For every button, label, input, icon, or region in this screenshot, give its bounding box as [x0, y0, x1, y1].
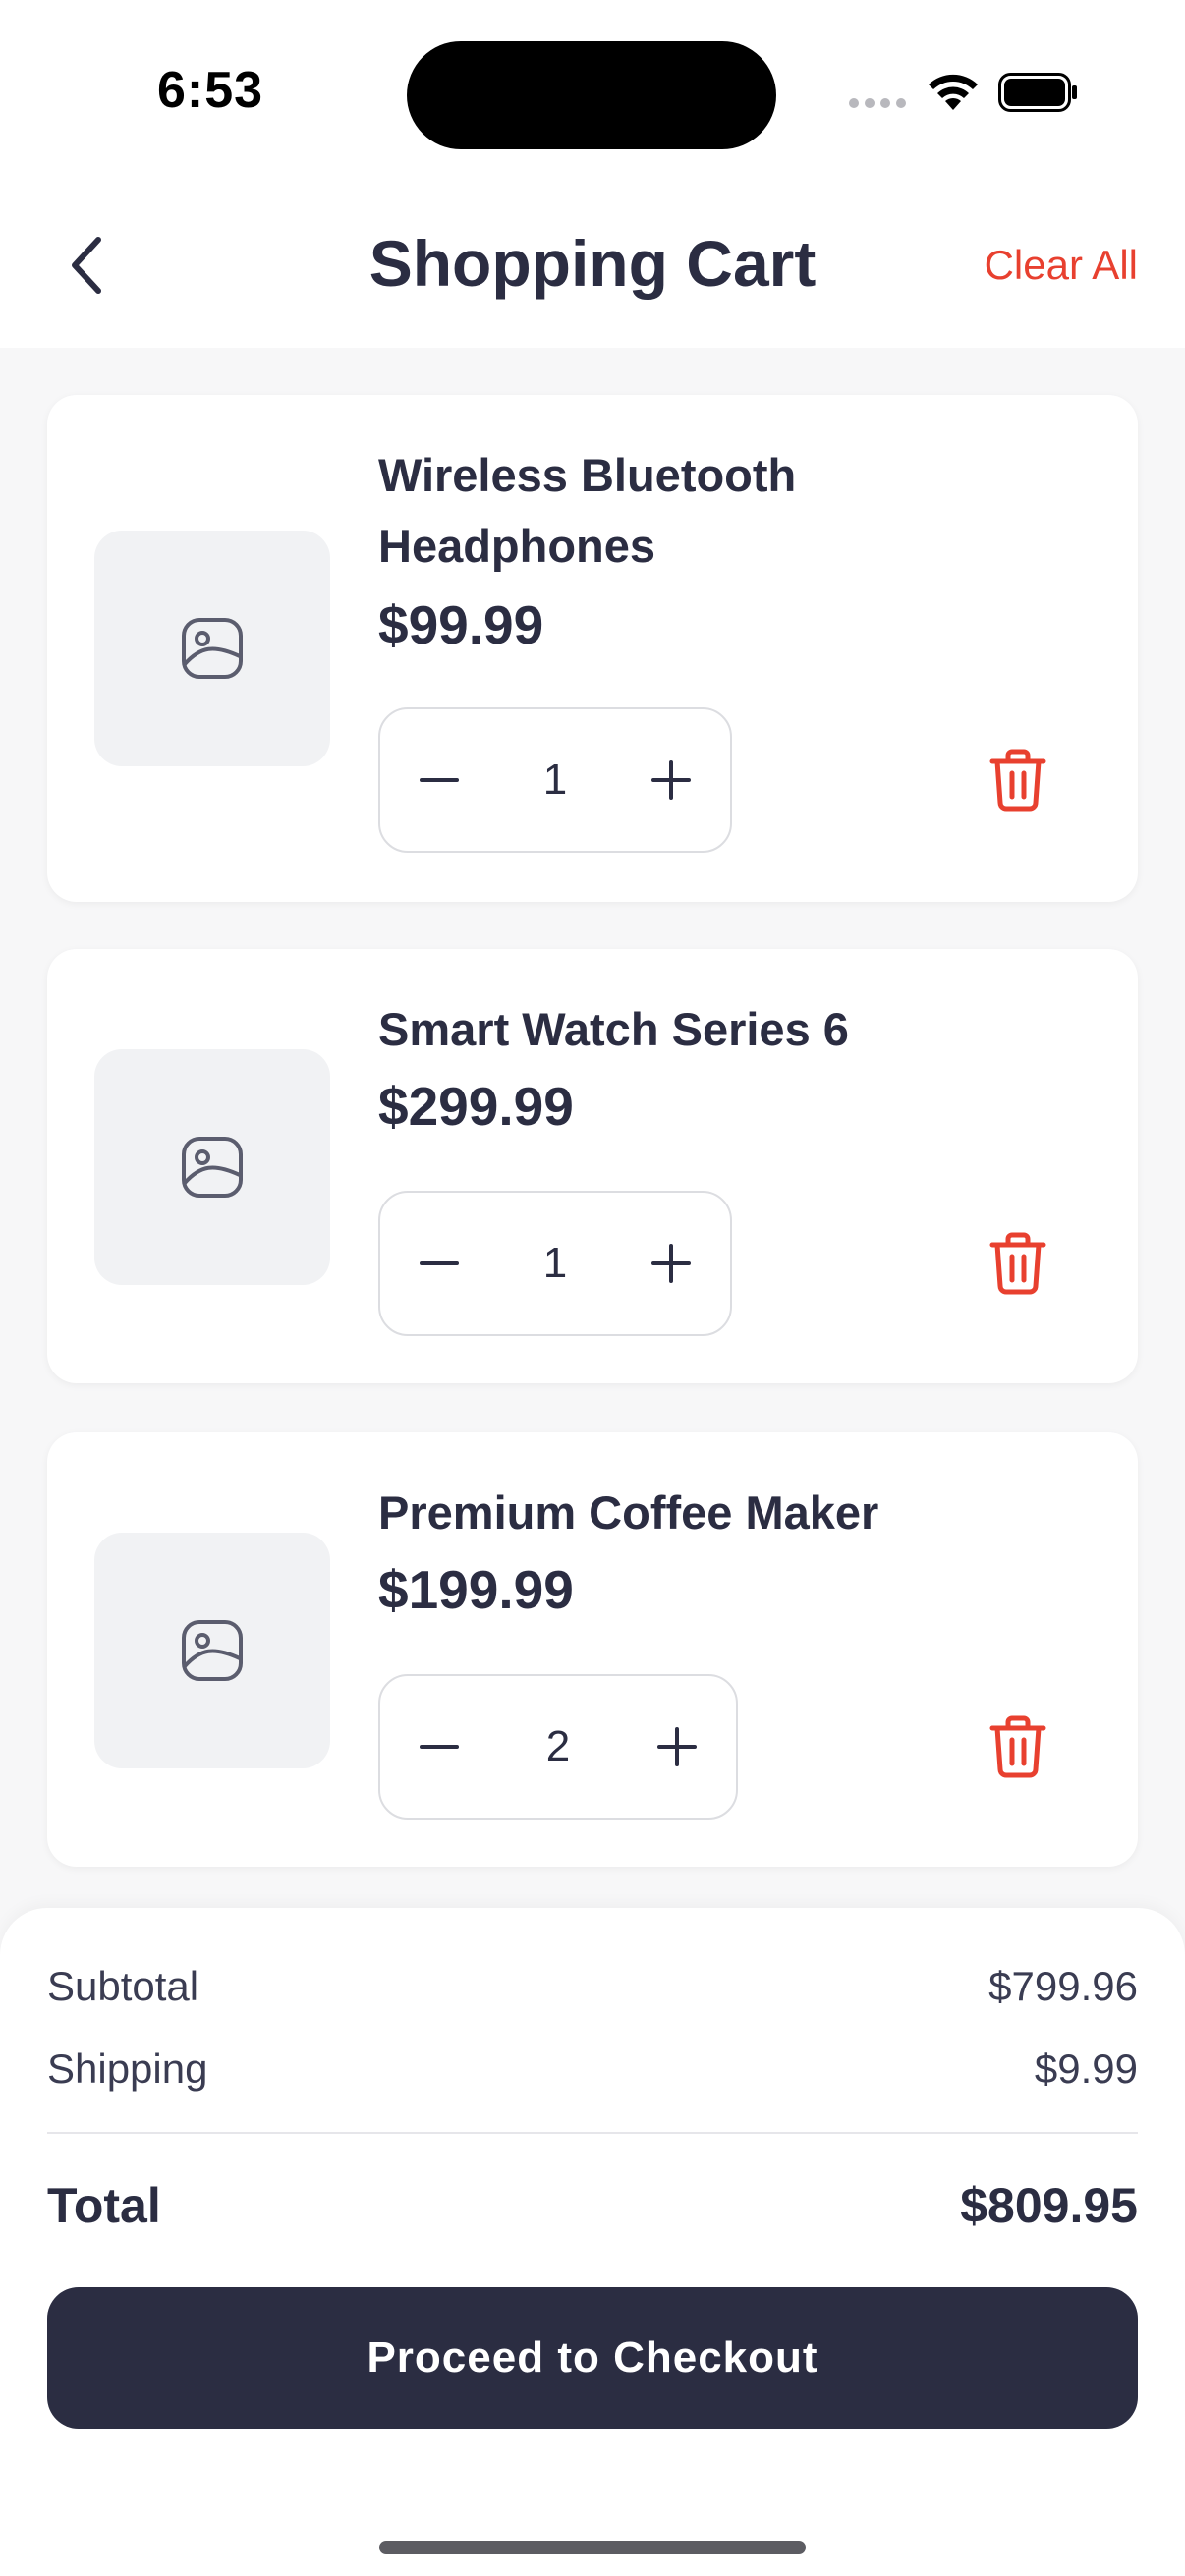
total-value: $809.95: [960, 2178, 1138, 2233]
decrease-quantity-button[interactable]: [380, 709, 498, 851]
decrease-quantity-button[interactable]: [380, 1676, 498, 1818]
plus-icon: [657, 1727, 697, 1766]
cart-item: Smart Watch Series 6 $299.99 1: [47, 949, 1138, 1383]
quantity-value: 1: [542, 756, 568, 804]
subtotal-row: Subtotal $799.96: [47, 1963, 1138, 2010]
shipping-row: Shipping $9.99: [47, 2045, 1138, 2093]
quantity-stepper: 1: [378, 707, 732, 853]
status-time: 6:53: [157, 62, 264, 119]
quantity-value: 2: [545, 1722, 571, 1770]
image-placeholder-icon: [182, 1137, 243, 1198]
trash-icon: [989, 749, 1046, 812]
item-name: Wireless Bluetooth Headphones: [378, 449, 797, 572]
minus-icon: [420, 1261, 459, 1265]
total-row: Total $809.95: [47, 2177, 1138, 2234]
shipping-value: $9.99: [1034, 2045, 1138, 2092]
cart-screen: 6:53 Shopping Cart Clear All Wireless Bl…: [0, 0, 1185, 2576]
minus-icon: [420, 778, 459, 782]
dynamic-island: [407, 41, 776, 149]
item-name: Smart Watch Series 6: [378, 1003, 849, 1055]
battery-icon: [998, 73, 1077, 112]
cart-item: Wireless Bluetooth Headphones $99.99 1: [47, 395, 1138, 902]
subtotal-label: Subtotal: [47, 1963, 199, 2009]
summary-divider: [47, 2132, 1138, 2134]
quantity-stepper: 2: [378, 1674, 738, 1820]
order-summary: Subtotal $799.96 Shipping $9.99 Total $8…: [0, 1908, 1185, 2576]
item-name: Premium Coffee Maker: [378, 1486, 879, 1539]
delete-item-button[interactable]: [979, 1708, 1057, 1786]
cellular-signal-icon: [849, 98, 906, 108]
product-thumbnail: [94, 531, 330, 766]
item-price: $199.99: [378, 1559, 574, 1620]
increase-quantity-button[interactable]: [612, 1193, 730, 1334]
subtotal-value: $799.96: [988, 1963, 1138, 2009]
item-price: $299.99: [378, 1076, 574, 1137]
navigation-header: Shopping Cart Clear All: [0, 187, 1185, 348]
quantity-value: 1: [542, 1239, 568, 1287]
delete-item-button[interactable]: [979, 741, 1057, 819]
decrease-quantity-button[interactable]: [380, 1193, 498, 1334]
item-price: $99.99: [378, 594, 544, 655]
clear-all-button[interactable]: Clear All: [985, 242, 1138, 289]
trash-icon: [989, 1232, 1046, 1295]
total-label: Total: [47, 2178, 161, 2233]
home-indicator: [379, 2541, 806, 2554]
minus-icon: [420, 1745, 459, 1749]
delete-item-button[interactable]: [979, 1224, 1057, 1303]
plus-icon: [651, 1244, 691, 1283]
cart-item: Premium Coffee Maker $199.99 2: [47, 1432, 1138, 1867]
quantity-stepper: 1: [378, 1191, 732, 1336]
checkout-button[interactable]: Proceed to Checkout: [47, 2287, 1138, 2429]
product-thumbnail: [94, 1049, 330, 1285]
image-placeholder-icon: [182, 618, 243, 679]
image-placeholder-icon: [182, 1620, 243, 1681]
increase-quantity-button[interactable]: [612, 709, 730, 851]
wifi-icon: [929, 74, 978, 110]
increase-quantity-button[interactable]: [618, 1676, 736, 1818]
plus-icon: [651, 760, 691, 800]
trash-icon: [989, 1715, 1046, 1778]
status-bar: 6:53: [0, 0, 1185, 187]
product-thumbnail: [94, 1533, 330, 1768]
shipping-label: Shipping: [47, 2045, 208, 2092]
